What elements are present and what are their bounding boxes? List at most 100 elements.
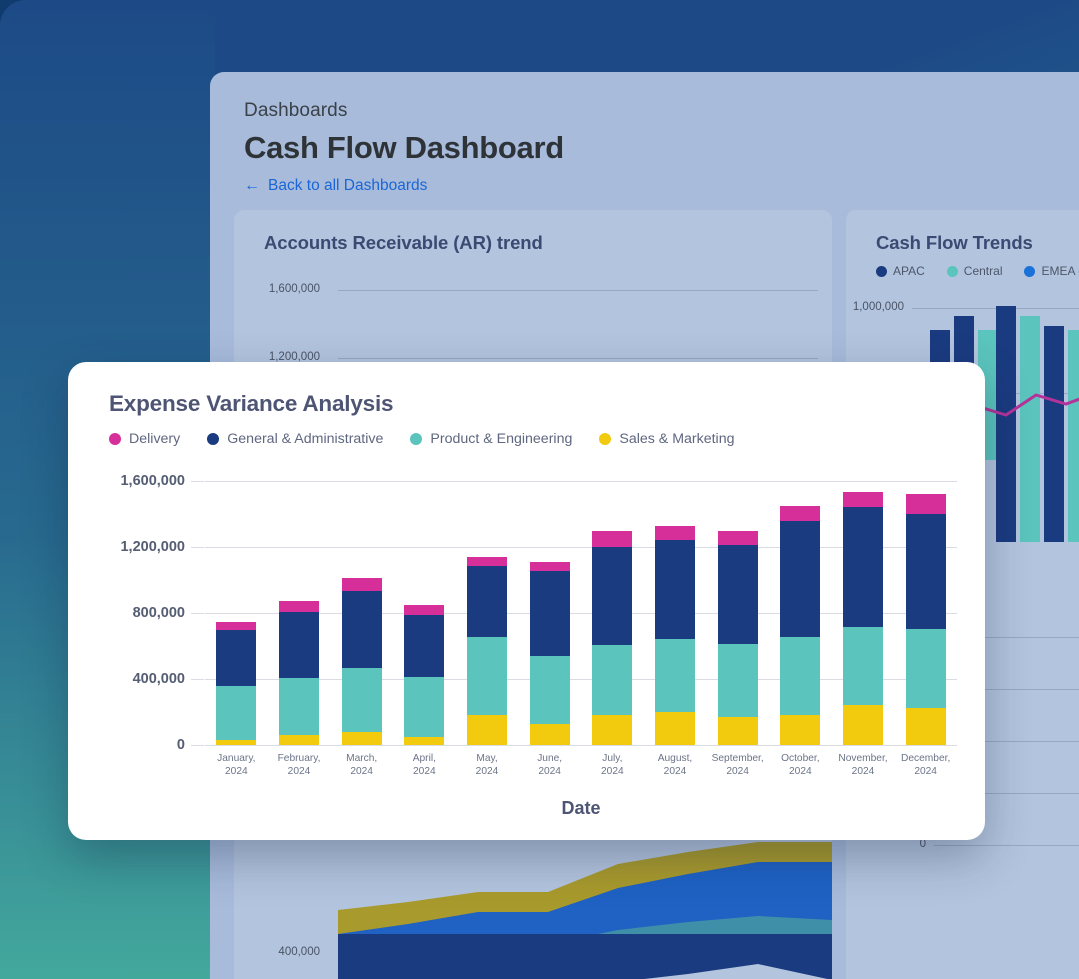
bar-group[interactable]	[906, 494, 946, 745]
bar-segment[interactable]	[843, 492, 883, 508]
bar-group[interactable]	[718, 531, 758, 745]
legend-dot-icon	[109, 433, 121, 445]
bar-segment[interactable]	[843, 705, 883, 745]
bar-group[interactable]	[655, 526, 695, 745]
breadcrumb[interactable]: Dashboards	[244, 100, 1045, 122]
bar-group[interactable]	[216, 622, 256, 745]
legend-item-product-engineering[interactable]: Product & Engineering	[410, 431, 572, 447]
expense-variance-card[interactable]: Expense Variance Analysis Delivery Gener…	[68, 362, 985, 840]
bar-segment[interactable]	[342, 578, 382, 590]
y-axis-tick-label: 1,200,000	[120, 539, 185, 555]
panel-ar-ytick-0: 1,600,000	[234, 283, 320, 295]
bar-segment[interactable]	[216, 622, 256, 629]
bar-segment[interactable]	[530, 724, 570, 745]
bar-segment[interactable]	[780, 506, 820, 522]
back-to-dashboards-link[interactable]: ← Back to all Dashboards	[244, 177, 1045, 195]
bar-group[interactable]	[780, 506, 820, 745]
bar-segment[interactable]	[906, 494, 946, 514]
bar-group[interactable]	[279, 601, 319, 745]
bar-segment[interactable]	[342, 668, 382, 732]
legend-dot-icon	[599, 433, 611, 445]
x-axis-tick-label: December,2024	[884, 753, 968, 779]
bar-segment[interactable]	[404, 737, 444, 745]
bar-segment[interactable]	[780, 521, 820, 637]
bar-segment[interactable]	[906, 708, 946, 745]
legend-label: EMEA - E	[1041, 264, 1079, 278]
legend-item-sales-marketing[interactable]: Sales & Marketing	[599, 431, 734, 447]
bar-segment[interactable]	[530, 562, 570, 571]
bar-segment[interactable]	[906, 514, 946, 629]
chart-legend: Delivery General & Administrative Produc…	[109, 431, 735, 447]
bar-segment[interactable]	[279, 612, 319, 678]
y-axis-tick-label: 800,000	[133, 605, 185, 621]
bar-segment[interactable]	[718, 717, 758, 745]
bar-group[interactable]	[467, 557, 507, 745]
bar-group[interactable]	[592, 531, 632, 745]
arrow-left-icon: ←	[244, 177, 260, 195]
y-axis-tick-label: 400,000	[133, 671, 185, 687]
bar-segment[interactable]	[718, 545, 758, 644]
bar-segment[interactable]	[906, 629, 946, 708]
bar-segment[interactable]	[216, 630, 256, 686]
legend-item-general-administrative[interactable]: General & Administrative	[207, 431, 383, 447]
bar-segment[interactable]	[216, 686, 256, 740]
y-axis-tick-label: 1,600,000	[120, 473, 185, 489]
y-tick-mark	[191, 481, 204, 482]
bar-segment[interactable]	[592, 547, 632, 645]
bar-segment[interactable]	[279, 678, 319, 735]
bar-segment[interactable]	[780, 715, 820, 745]
bars-layer	[205, 481, 957, 745]
bar-segment[interactable]	[530, 656, 570, 724]
bar-segment[interactable]	[279, 735, 319, 745]
bar-group[interactable]	[843, 492, 883, 745]
legend-item-emea[interactable]: EMEA - E	[1024, 264, 1079, 278]
legend-item-delivery[interactable]: Delivery	[109, 431, 180, 447]
bar-segment[interactable]	[655, 526, 695, 540]
legend-dot-icon	[947, 266, 958, 277]
legend-label: General & Administrative	[227, 431, 383, 447]
bar-segment[interactable]	[655, 712, 695, 745]
panel-cft-title: Cash Flow Trends	[846, 210, 1079, 254]
panel-bottom-ytick-0: 400,000	[234, 946, 320, 958]
legend-item-central[interactable]: Central	[947, 264, 1003, 278]
bar-segment[interactable]	[342, 732, 382, 745]
legend-item-apac[interactable]: APAC	[876, 264, 925, 278]
bar-group[interactable]	[530, 562, 570, 745]
y-axis-tick-label: 0	[177, 737, 185, 753]
bar-segment[interactable]	[718, 644, 758, 717]
bar-segment[interactable]	[404, 615, 444, 677]
bar-segment[interactable]	[467, 715, 507, 745]
gridline	[338, 290, 818, 291]
bar-segment[interactable]	[467, 566, 507, 637]
bar-segment[interactable]	[655, 639, 695, 712]
bar-group[interactable]	[404, 605, 444, 745]
bar-segment[interactable]	[780, 637, 820, 715]
bar-segment[interactable]	[216, 740, 256, 745]
dashboard-header: Dashboards Cash Flow Dashboard ← Back to…	[210, 72, 1079, 195]
bar-segment[interactable]	[279, 601, 319, 612]
y-tick-mark	[191, 547, 204, 548]
bar-segment[interactable]	[342, 591, 382, 669]
bar-segment[interactable]	[404, 605, 444, 616]
x-tick-month: December,	[884, 753, 968, 766]
panel-ar-title: Accounts Receivable (AR) trend	[234, 210, 832, 254]
bar-segment[interactable]	[592, 645, 632, 715]
bar-segment[interactable]	[718, 531, 758, 545]
bar-segment[interactable]	[530, 571, 570, 656]
bar-segment[interactable]	[467, 557, 507, 566]
bar-segment[interactable]	[843, 507, 883, 627]
bar-segment[interactable]	[592, 531, 632, 548]
bar-group[interactable]	[342, 578, 382, 745]
bar-segment[interactable]	[592, 715, 632, 745]
gridline	[934, 845, 1079, 846]
gridline	[205, 745, 957, 746]
bar-segment[interactable]	[467, 637, 507, 715]
expense-variance-chart: 0400,000800,0001,200,0001,600,000 Januar…	[205, 481, 957, 840]
bar-segment[interactable]	[655, 540, 695, 640]
gridline	[338, 358, 818, 359]
legend-dot-icon	[207, 433, 219, 445]
bar-segment[interactable]	[404, 677, 444, 736]
x-axis-title: Date	[205, 798, 957, 819]
bar-segment[interactable]	[843, 627, 883, 705]
legend-dot-icon	[1024, 266, 1035, 277]
